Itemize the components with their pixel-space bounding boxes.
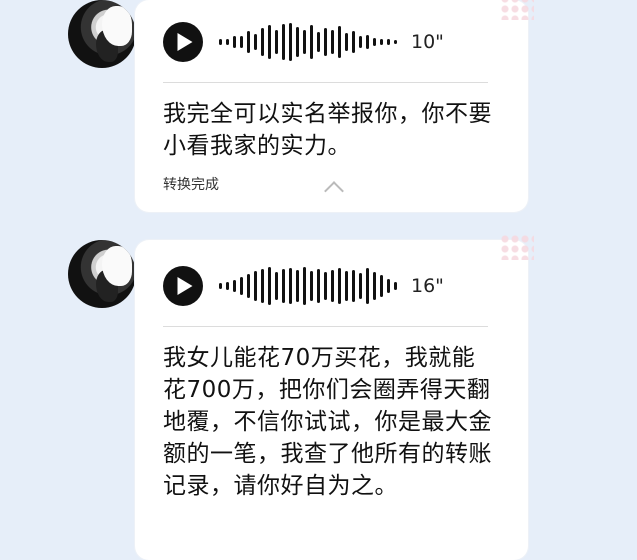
waveform-bar — [310, 271, 313, 301]
divider — [163, 82, 488, 83]
divider — [163, 326, 488, 327]
waveform-bar — [303, 267, 306, 305]
transcription-text: 我完全可以实名举报你，你不要小看我家的实力。 — [163, 101, 492, 159]
waveform-bar — [233, 36, 236, 48]
waveform-bar — [317, 269, 320, 303]
waveform-bar — [387, 279, 390, 293]
transcription-text: 我女儿能花70万买花，我就能花700万，把你们会圈弄得天翻地覆，不信你试试，你是… — [163, 345, 492, 499]
waveform-bar — [317, 32, 320, 52]
waveform-bar — [338, 26, 341, 58]
waveform-bar — [219, 39, 222, 45]
waveform-bar — [247, 274, 250, 298]
waveform-bar — [282, 24, 285, 60]
waveform-bar — [268, 267, 271, 305]
waveform-bar — [261, 269, 264, 303]
waveform-bar — [254, 271, 257, 301]
waveform-bar — [254, 34, 257, 50]
waveform-bar — [296, 27, 299, 57]
waveform-bar — [331, 270, 334, 302]
play-button[interactable] — [163, 22, 203, 62]
waveform-bar — [310, 25, 313, 59]
waveform-bar — [324, 272, 327, 300]
waveform — [219, 264, 397, 308]
waveform-bar — [226, 39, 229, 45]
waveform-bar — [394, 40, 397, 44]
waveform-bar — [352, 270, 355, 302]
play-icon — [177, 277, 192, 295]
voice-message-bubble[interactable]: 10" 我完全可以实名举报你，你不要小看我家的实力。 转换完成 — [135, 0, 534, 212]
waveform-bar — [373, 38, 376, 46]
waveform-bar — [359, 273, 362, 299]
waveform-bar — [352, 31, 355, 53]
waveform-bar — [275, 30, 278, 54]
waveform-bar — [380, 39, 383, 45]
waveform-bar — [380, 275, 383, 297]
decoration-dots — [500, 0, 534, 20]
decoration-dots — [500, 234, 534, 260]
play-icon — [177, 33, 192, 51]
play-button[interactable] — [163, 266, 203, 306]
waveform-bar — [387, 39, 390, 45]
waveform-bar — [289, 23, 292, 61]
waveform-bar — [289, 268, 292, 304]
waveform-bar — [331, 30, 334, 54]
waveform-bar — [226, 282, 229, 290]
voice-message-bubble[interactable]: 16" 我女儿能花70万买花，我就能花700万，把你们会圈弄得天翻地覆，不信你试… — [135, 234, 534, 560]
waveform-bar — [394, 282, 397, 290]
waveform-bar — [296, 270, 299, 302]
transcription-status: 转换完成 — [163, 177, 219, 193]
waveform-bar — [366, 268, 369, 304]
voice-duration: 10" — [411, 31, 444, 53]
waveform-bar — [240, 277, 243, 295]
waveform-bar — [373, 272, 376, 300]
waveform-bar — [366, 35, 369, 49]
waveform-bar — [345, 271, 348, 301]
waveform-bar — [268, 25, 271, 59]
voice-duration: 16" — [411, 275, 444, 297]
chevron-up-icon[interactable] — [324, 181, 344, 201]
waveform-bar — [338, 268, 341, 304]
waveform-bar — [261, 28, 264, 56]
waveform-bar — [219, 283, 222, 289]
waveform-bar — [275, 272, 278, 300]
avatar[interactable] — [68, 0, 136, 68]
waveform-bar — [324, 28, 327, 56]
waveform-bar — [303, 30, 306, 54]
waveform-bar — [240, 36, 243, 48]
waveform — [219, 20, 397, 64]
waveform-bar — [282, 269, 285, 303]
avatar[interactable] — [68, 240, 136, 308]
waveform-bar — [345, 33, 348, 51]
waveform-bar — [359, 36, 362, 48]
waveform-bar — [233, 280, 236, 292]
waveform-bar — [247, 31, 250, 53]
